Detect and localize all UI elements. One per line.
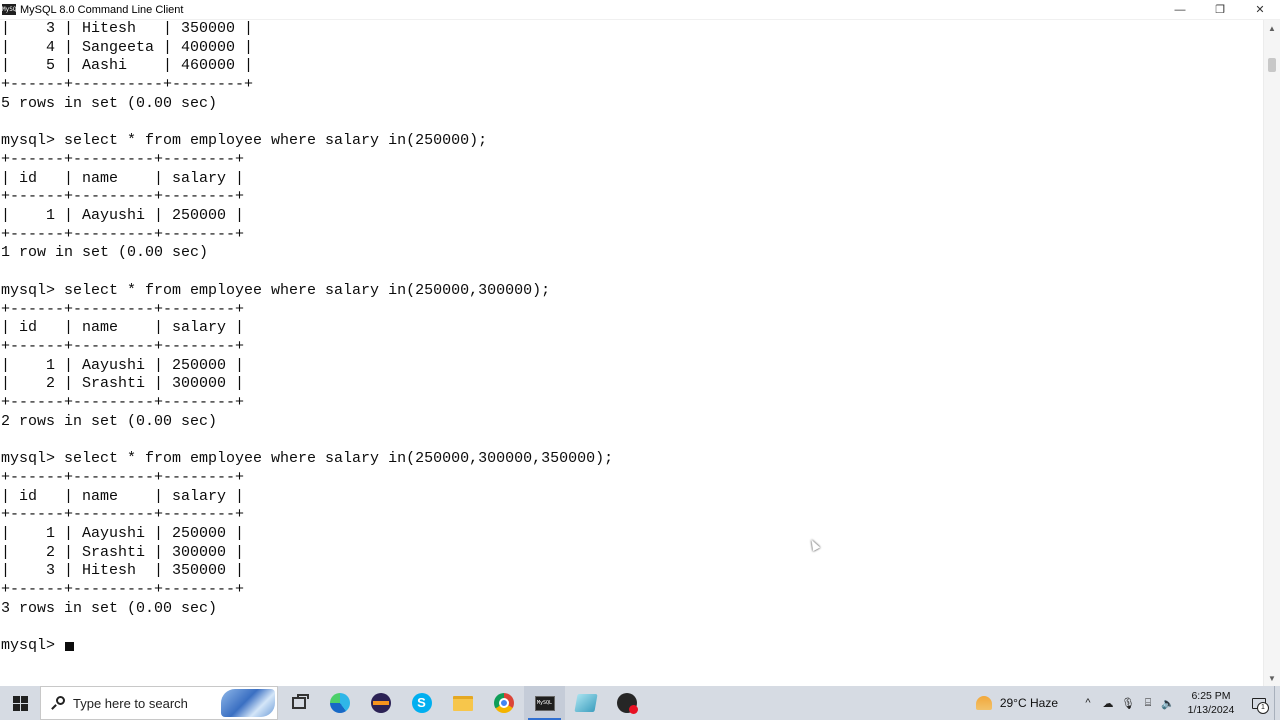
taskbar-eclipse[interactable] — [360, 686, 401, 720]
mysql-app-icon: MySQL — [2, 4, 21, 15]
console-line: +------+---------+--------+ — [1, 300, 245, 318]
start-button[interactable] — [0, 686, 40, 720]
console-line: | 4 | Sangeeta | 400000 | — [1, 38, 254, 56]
taskbar-workbench[interactable] — [565, 686, 606, 720]
console-line: +------+----------+--------+ — [1, 76, 254, 94]
minimize-button[interactable]: — — [1160, 0, 1200, 19]
console-line: +------+---------+--------+ — [1, 506, 245, 524]
skype-icon: S — [411, 693, 432, 713]
weather-haze-icon — [975, 696, 992, 710]
console-prompt-line[interactable]: mysql> — [1, 637, 1264, 656]
network-icon[interactable]: ⌸ — [1138, 686, 1158, 720]
taskbar-file-explorer[interactable] — [442, 686, 483, 720]
search-placeholder: Type here to search — [73, 695, 188, 711]
window-controls: — ❐ ✕ — [1160, 0, 1280, 19]
system-tray: 29°C Haze ^ ☁ 🎙 ⌸ 🔈 6:25 PM 1/13/2024 1 — [975, 686, 1280, 720]
search-highlight-icon — [221, 689, 275, 717]
console-line: 3 rows in set (0.00 sec) — [1, 599, 218, 617]
console-text: | 3 | Hitesh | 350000 | | 4 | Sangeeta | … — [0, 20, 1264, 656]
weather-widget[interactable]: 29°C Haze — [975, 696, 1058, 710]
vertical-scrollbar[interactable]: ▲ ▼ — [1263, 20, 1280, 686]
microphone-icon[interactable]: 🎙 — [1118, 686, 1138, 720]
window-title: MySQL 8.0 Command Line Client — [20, 3, 184, 16]
console-line: 1 row in set (0.00 sec) — [1, 244, 209, 262]
console-line: +------+---------+--------+ — [1, 394, 245, 412]
notification-center-button[interactable]: 1 — [1244, 686, 1274, 720]
console-line: | 3 | Hitesh | 350000 | — [1, 562, 245, 580]
taskbar: Type here to search S MySQL 29°C Haze ^ … — [0, 686, 1280, 720]
console-line: | 2 | Srashti | 300000 | — [1, 375, 245, 393]
console-line: +------+---------+--------+ — [1, 468, 245, 486]
console-line: | id | name | salary | — [1, 169, 245, 187]
clock-time: 6:25 PM — [1191, 690, 1231, 702]
onedrive-icon[interactable]: ☁ — [1098, 686, 1118, 720]
text-cursor — [65, 642, 75, 652]
weather-text: 29°C Haze — [999, 696, 1058, 710]
console-line: mysql> select * from employee where sala… — [1, 450, 614, 468]
maximize-button[interactable]: ❐ — [1200, 0, 1240, 19]
console-line: | id | name | salary | — [1, 487, 245, 505]
console-line: 5 rows in set (0.00 sec) — [1, 94, 218, 112]
task-view-icon — [291, 694, 309, 709]
console-line: +------+---------+--------+ — [1, 581, 245, 599]
console-line: | 1 | Aayushi | 250000 | — [1, 356, 245, 374]
console-prompt: mysql> — [1, 637, 65, 655]
console-line: mysql> select * from employee where sala… — [1, 281, 551, 299]
close-button[interactable]: ✕ — [1240, 0, 1280, 19]
taskbar-chrome[interactable] — [483, 686, 524, 720]
console-output[interactable]: | 3 | Hitesh | 350000 | | 4 | Sangeeta | … — [0, 20, 1264, 686]
console-line: | 2 | Srashti | 300000 | — [1, 543, 245, 561]
volume-icon[interactable]: 🔈 — [1158, 686, 1178, 720]
console-line: | 1 | Aayushi | 250000 | — [1, 207, 245, 225]
console-line: | 5 | Aashi | 460000 | — [1, 57, 254, 75]
console-line: 2 rows in set (0.00 sec) — [1, 412, 218, 430]
taskbar-mysql-cmd[interactable]: MySQL — [524, 686, 565, 720]
windows-logo-icon — [12, 695, 28, 711]
scroll-up-icon[interactable]: ▲ — [1264, 20, 1280, 36]
edge-icon — [329, 693, 350, 713]
console-line: | id | name | salary | — [1, 319, 245, 337]
screen-recorder-icon — [616, 693, 638, 714]
eclipse-icon — [370, 693, 391, 713]
show-hidden-icons-chevron-icon[interactable]: ^ — [1078, 686, 1098, 720]
taskbar-skype[interactable]: S — [401, 686, 442, 720]
taskbar-search-box[interactable]: Type here to search — [40, 686, 278, 720]
console-line: +------+---------+--------+ — [1, 225, 245, 243]
clock[interactable]: 6:25 PM 1/13/2024 — [1182, 689, 1240, 717]
console-line: +------+---------+--------+ — [1, 337, 245, 355]
console-line: +------+---------+--------+ — [1, 188, 245, 206]
title-bar[interactable]: MySQL MySQL 8.0 Command Line Client — ❐ … — [0, 0, 1280, 20]
clock-date: 1/13/2024 — [1187, 704, 1235, 716]
taskbar-task-view[interactable] — [278, 686, 319, 720]
search-icon — [51, 696, 65, 710]
mysql-cmd-icon: MySQL — [534, 695, 555, 711]
console-line: | 1 | Aayushi | 250000 | — [1, 524, 245, 542]
notification-count-badge: 1 — [1257, 702, 1269, 714]
console-line: +------+---------+--------+ — [1, 150, 245, 168]
chrome-icon — [493, 693, 514, 713]
workbench-icon — [573, 694, 598, 712]
taskbar-screen-recorder[interactable] — [606, 686, 647, 720]
file-explorer-icon — [452, 695, 473, 711]
scroll-down-icon[interactable]: ▼ — [1264, 670, 1280, 686]
scroll-thumb[interactable] — [1268, 58, 1276, 72]
taskbar-edge[interactable] — [319, 686, 360, 720]
console-line: mysql> select * from employee where sala… — [1, 132, 488, 150]
show-desktop-button[interactable] — [1274, 686, 1280, 720]
console-line: | 3 | Hitesh | 350000 | — [1, 20, 254, 37]
